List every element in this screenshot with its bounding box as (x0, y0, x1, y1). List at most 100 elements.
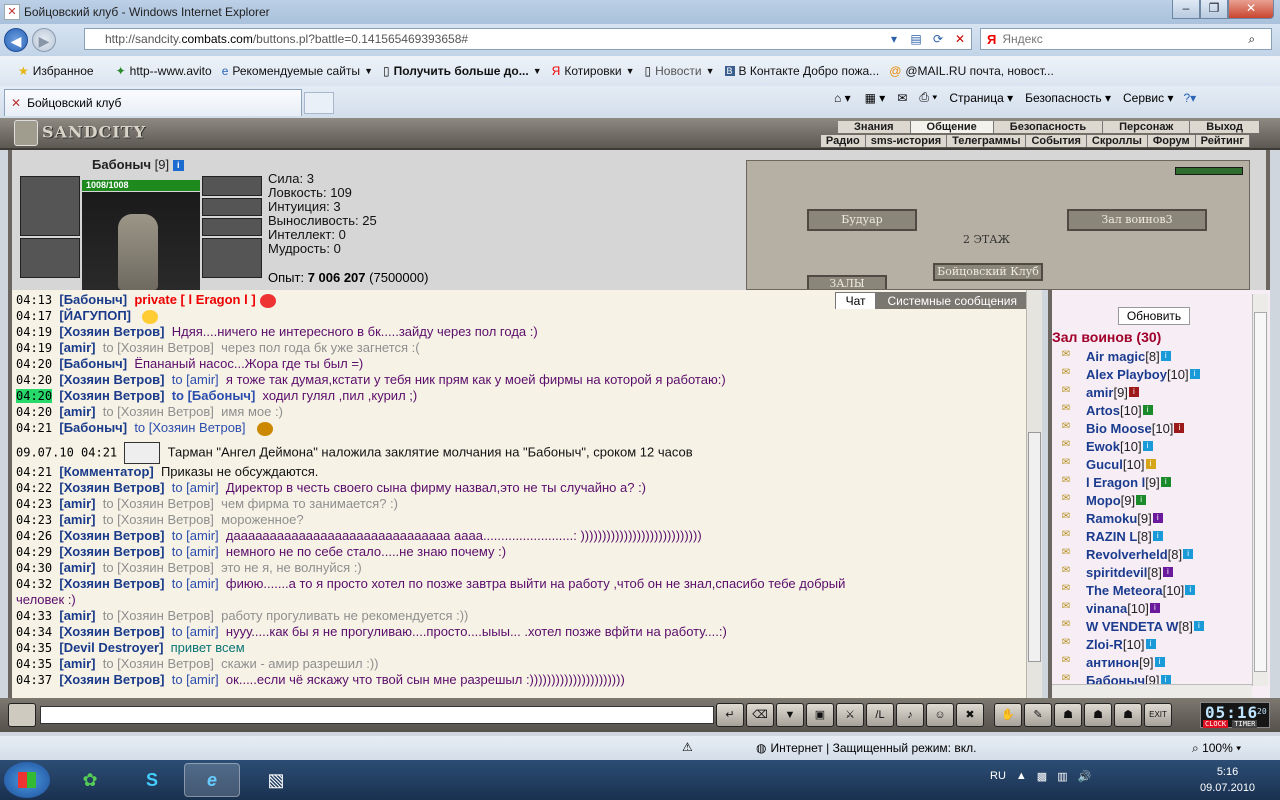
user-info-icon[interactable]: i (1145, 639, 1156, 649)
message-nick[interactable]: [Хозяин Ветров] (59, 480, 164, 495)
user-name[interactable]: RAZIN L (1086, 529, 1137, 544)
message-time[interactable]: 04:17 (16, 309, 52, 323)
speaker-button[interactable] (8, 703, 36, 727)
icq-app[interactable]: ✿ (62, 763, 118, 797)
message-nick[interactable]: [amir] (59, 656, 95, 671)
message-recipient[interactable]: to [Хозяин Ветров] (103, 560, 214, 575)
user-name[interactable]: антинон (1086, 655, 1139, 670)
user-info-icon[interactable]: i (1128, 387, 1139, 397)
message-time[interactable]: 04:34 (16, 625, 52, 639)
user-info-icon[interactable]: i (1152, 513, 1163, 523)
volume-icon[interactable]: 🔊 (1078, 770, 1092, 783)
user-info-icon[interactable]: i (1145, 459, 1156, 469)
security-zone[interactable]: ◍ Интернет | Защищенный режим: вкл. (756, 741, 976, 755)
user-info-icon[interactable]: i (1136, 495, 1147, 505)
user-name[interactable]: Mopo (1086, 493, 1121, 508)
room-boudoir[interactable]: Будуар (807, 209, 917, 231)
message-nick[interactable]: [amir] (59, 404, 95, 419)
amulet-slot[interactable] (202, 198, 262, 216)
message-time[interactable]: 04:32 (16, 577, 52, 591)
picture-app[interactable]: ▧ (248, 763, 304, 797)
character-name[interactable]: Бабоныч [9] i (92, 157, 184, 172)
online-scroll-thumb[interactable] (1254, 312, 1267, 672)
private-message-icon[interactable]: ✉ (1054, 493, 1078, 507)
message-recipient[interactable]: to [Хозяин Ветров] (103, 404, 214, 419)
print-icon[interactable]: ⎙ ▾ (919, 90, 937, 105)
user-info-icon[interactable]: i (1160, 351, 1171, 361)
online-user[interactable]: ✉ spiritdevil [8] i (1054, 563, 1258, 581)
online-user[interactable]: ✉ The Meteora [10] i (1054, 581, 1258, 599)
clear-button[interactable]: ⌫ (746, 703, 774, 727)
private-message-icon[interactable]: ✉ (1054, 349, 1078, 363)
menu-exit[interactable]: Выход (1190, 121, 1260, 133)
address-field[interactable]: http://sandcity.combats.com/buttons.pl?b… (84, 28, 972, 50)
message-recipient[interactable]: to [Хозяин Ветров] (103, 656, 214, 671)
user-name[interactable]: amir (1086, 385, 1113, 400)
private-message-icon[interactable]: ✉ (1054, 457, 1078, 471)
refresh-icon[interactable]: ⟳ (929, 30, 947, 48)
message-recipient[interactable]: to [amir] (172, 576, 219, 591)
helmet-slot[interactable] (20, 176, 80, 236)
exit-button[interactable]: EXIT (1144, 703, 1172, 727)
private-message-icon[interactable]: ✉ (1054, 601, 1078, 615)
private-message-icon[interactable]: ✉ (1054, 547, 1078, 561)
tab-chat[interactable]: Чат (834, 292, 877, 309)
user-name[interactable]: Alex Playboy (1086, 367, 1167, 382)
service-menu[interactable]: Сервис ▾ (1123, 91, 1173, 105)
message-nick[interactable]: [ЙАГУПОП] (59, 308, 131, 323)
message-time[interactable]: 04:20 (16, 373, 52, 387)
submenu-rating[interactable]: Рейтинг (1195, 135, 1250, 147)
message-nick[interactable]: [Бабоныч] (59, 356, 127, 371)
user-name[interactable]: l Eragon l (1086, 475, 1145, 490)
private-message-icon[interactable]: ✉ (1054, 421, 1078, 435)
message-nick[interactable]: [amir] (59, 608, 95, 623)
message-nick[interactable]: [Хозяин Ветров] (59, 324, 164, 339)
smile-button[interactable]: ☺ (926, 703, 954, 727)
private-message-icon[interactable]: ✉ (1054, 439, 1078, 453)
message-time[interactable]: 04:23 (16, 513, 52, 527)
fav-link-mailru[interactable]: @ @MAIL.RU почта, новост... (889, 64, 1054, 78)
filter-button[interactable]: ▼ (776, 703, 804, 727)
action4-button[interactable]: ☗ (1084, 703, 1112, 727)
user-info-icon[interactable]: i (1154, 657, 1165, 667)
user-name[interactable]: Ewok (1086, 439, 1120, 454)
online-scrollbar[interactable] (1252, 294, 1268, 686)
action5-button[interactable]: ☗ (1114, 703, 1142, 727)
message-time[interactable]: 04:13 (16, 293, 52, 307)
chat-scroll-thumb[interactable] (1028, 432, 1041, 662)
close-button[interactable]: ✕ (1228, 0, 1274, 19)
private-message-icon[interactable]: ✉ (1054, 565, 1078, 579)
message-time[interactable]: 04:20 (16, 357, 52, 371)
message-nick[interactable]: [Devil Destroyer] (59, 640, 163, 655)
online-user[interactable]: ✉ Air magic [8] i (1054, 347, 1258, 365)
halls-plaque[interactable]: ЗАЛЫ (807, 275, 887, 289)
search-icon[interactable]: ⌕ (1248, 32, 1255, 47)
online-user[interactable]: ✉ Alex Playboy [10] i (1054, 365, 1258, 383)
private-message-icon[interactable]: ✉ (1054, 619, 1078, 633)
message-recipient[interactable]: to [Хозяин Ветров] (103, 512, 214, 527)
message-recipient[interactable]: to [Хозяин Ветров] (103, 608, 214, 623)
message-nick[interactable]: [Хозяин Ветров] (59, 544, 164, 559)
refresh-button[interactable]: Обновить (1118, 307, 1190, 325)
user-info-icon[interactable]: i (1193, 621, 1204, 631)
fav-link-quotes[interactable]: Я Котировки ▼ (552, 64, 635, 78)
chat-scrollbar[interactable] (1026, 290, 1042, 698)
user-name[interactable]: Ramoku (1086, 511, 1137, 526)
sound-button[interactable]: ♪ (896, 703, 924, 727)
fav-link-news[interactable]: ▯ Новости ▼ (645, 64, 715, 78)
compat-view-icon[interactable]: ▤ (907, 30, 925, 48)
online-user[interactable]: ✉ W VENDETA W [8] i (1054, 617, 1258, 635)
bracers-slot[interactable] (20, 238, 80, 278)
online-user[interactable]: ✉ l Eragon l [9] i (1054, 473, 1258, 491)
info-icon[interactable]: i (172, 160, 184, 172)
tab-system-messages[interactable]: Системные сообщения (876, 292, 1028, 309)
user-info-icon[interactable]: i (1142, 405, 1153, 415)
message-time[interactable]: 04:35 (16, 657, 52, 671)
menu-knowledge[interactable]: Знания (838, 121, 911, 133)
home-icon[interactable]: ⌂ ▾ (834, 91, 851, 105)
user-info-icon[interactable]: i (1152, 531, 1163, 541)
private-message-icon[interactable]: ✉ (1054, 655, 1078, 669)
user-name[interactable]: vinana (1086, 601, 1127, 616)
rss-icon[interactable]: ▦ ▾ (865, 91, 886, 105)
submenu-forum[interactable]: Форум (1147, 135, 1196, 147)
